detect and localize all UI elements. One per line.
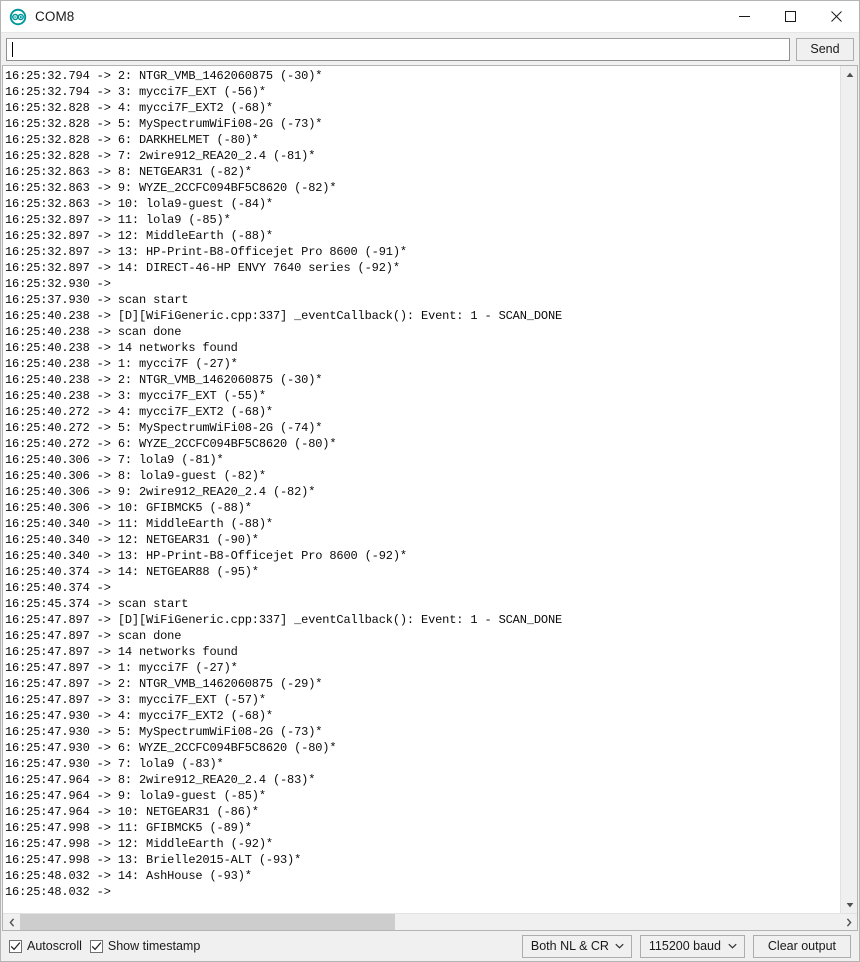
text-caret bbox=[12, 41, 13, 57]
send-row: Send bbox=[1, 33, 859, 65]
window-controls bbox=[721, 1, 859, 33]
close-button[interactable] bbox=[813, 1, 859, 33]
arduino-infinity-icon bbox=[9, 8, 27, 26]
console-line: 16:25:40.306 -> 8: lola9-guest (-82)* bbox=[5, 469, 266, 483]
scroll-left-button[interactable] bbox=[3, 914, 20, 930]
console-line: 16:25:47.897 -> scan done bbox=[5, 629, 182, 643]
window-title: COM8 bbox=[35, 9, 75, 24]
show-timestamp-label: Show timestamp bbox=[107, 939, 201, 953]
console-line: 16:25:32.897 -> 13: HP-Print-B8-Officeje… bbox=[5, 245, 407, 259]
serial-monitor-window: COM8 Send 16:25:32.794 -> 2: NTGR_VMB_14… bbox=[0, 0, 860, 962]
console-line: 16:25:47.930 -> 5: MySpectrumWiFi08-2G (… bbox=[5, 725, 323, 739]
send-input[interactable] bbox=[6, 37, 790, 61]
console-line: 16:25:32.897 -> 11: lola9 (-85)* bbox=[5, 213, 231, 227]
console-line: 16:25:32.863 -> 10: lola9-guest (-84)* bbox=[5, 197, 273, 211]
console-line: 16:25:45.374 -> scan start bbox=[5, 597, 189, 611]
horizontal-scrollbar[interactable] bbox=[3, 913, 857, 930]
send-button[interactable]: Send bbox=[796, 37, 854, 61]
console-line: 16:25:40.238 -> 2: NTGR_VMB_1462060875 (… bbox=[5, 373, 323, 387]
console-line: 16:25:37.930 -> scan start bbox=[5, 293, 189, 307]
line-ending-select[interactable]: Both NL & CR bbox=[521, 934, 632, 958]
minimize-button[interactable] bbox=[721, 1, 767, 33]
console-line: 16:25:48.032 -> bbox=[5, 885, 118, 899]
console-line: 16:25:32.794 -> 2: NTGR_VMB_1462060875 (… bbox=[5, 69, 323, 83]
console-line: 16:25:47.897 -> 1: mycci7F (-27)* bbox=[5, 661, 238, 675]
console-line: 16:25:40.374 -> bbox=[5, 581, 118, 595]
line-ending-value: Both NL & CR bbox=[530, 939, 609, 953]
console-line: 16:25:32.828 -> 6: DARKHELMET (-80)* bbox=[5, 133, 259, 147]
vertical-scrollbar[interactable] bbox=[840, 66, 857, 913]
console-line: 16:25:48.032 -> 14: AshHouse (-93)* bbox=[5, 869, 252, 883]
clear-output-button[interactable]: Clear output bbox=[752, 934, 851, 958]
console-line: 16:25:40.306 -> 7: lola9 (-81)* bbox=[5, 453, 224, 467]
console-line: 16:25:40.238 -> 3: mycci7F_EXT (-55)* bbox=[5, 389, 266, 403]
console-line: 16:25:40.238 -> [D][WiFiGeneric.cpp:337]… bbox=[5, 309, 563, 323]
console-line: 16:25:40.340 -> 11: MiddleEarth (-88)* bbox=[5, 517, 273, 531]
baud-rate-value: 115200 baud bbox=[648, 939, 721, 953]
console-line: 16:25:32.897 -> 12: MiddleEarth (-88)* bbox=[5, 229, 273, 243]
console-line: 16:25:40.340 -> 12: NETGEAR31 (-90)* bbox=[5, 533, 259, 547]
console-line: 16:25:40.340 -> 13: HP-Print-B8-Officeje… bbox=[5, 549, 407, 563]
console-line: 16:25:47.964 -> 10: NETGEAR31 (-86)* bbox=[5, 805, 259, 819]
console-line: 16:25:32.828 -> 4: mycci7F_EXT2 (-68)* bbox=[5, 101, 273, 115]
chevron-down-icon bbox=[609, 943, 631, 949]
console-body: 16:25:32.794 -> 2: NTGR_VMB_1462060875 (… bbox=[3, 66, 857, 913]
maximize-button[interactable] bbox=[767, 1, 813, 33]
console-line: 16:25:40.374 -> 14: NETGEAR88 (-95)* bbox=[5, 565, 259, 579]
title-bar-left: COM8 bbox=[1, 8, 721, 26]
console-panel: 16:25:32.794 -> 2: NTGR_VMB_1462060875 (… bbox=[2, 65, 858, 931]
scroll-up-button[interactable] bbox=[841, 66, 857, 83]
baud-rate-select[interactable]: 115200 baud bbox=[639, 934, 745, 958]
check-icon bbox=[10, 941, 21, 950]
console-line: 16:25:47.930 -> 7: lola9 (-83)* bbox=[5, 757, 224, 771]
autoscroll-checkbox[interactable]: Autoscroll bbox=[9, 939, 82, 953]
console-line: 16:25:40.306 -> 9: 2wire912_REA20_2.4 (-… bbox=[5, 485, 316, 499]
scroll-right-button[interactable] bbox=[840, 914, 857, 930]
console-line: 16:25:32.794 -> 3: mycci7F_EXT (-56)* bbox=[5, 85, 266, 99]
console-line: 16:25:32.930 -> bbox=[5, 277, 118, 291]
console-line: 16:25:47.998 -> 13: Brielle2015-ALT (-93… bbox=[5, 853, 302, 867]
console-line: 16:25:47.897 -> 3: mycci7F_EXT (-57)* bbox=[5, 693, 266, 707]
title-bar: COM8 bbox=[1, 1, 859, 33]
autoscroll-checkbox-box[interactable] bbox=[9, 939, 22, 953]
show-timestamp-checkbox-box[interactable] bbox=[89, 939, 103, 953]
autoscroll-label: Autoscroll bbox=[27, 939, 82, 953]
console-line: 16:25:47.897 -> 14 networks found bbox=[5, 645, 238, 659]
console-output[interactable]: 16:25:32.794 -> 2: NTGR_VMB_1462060875 (… bbox=[3, 66, 840, 913]
console-line: 16:25:47.897 -> 2: NTGR_VMB_1462060875 (… bbox=[5, 677, 323, 691]
console-line: 16:25:32.828 -> 7: 2wire912_REA20_2.4 (-… bbox=[5, 149, 316, 163]
show-timestamp-checkbox[interactable]: Show timestamp bbox=[89, 939, 201, 953]
console-line: 16:25:47.964 -> 8: 2wire912_REA20_2.4 (-… bbox=[5, 773, 316, 787]
console-line: 16:25:32.863 -> 9: WYZE_2CCFC094BF5C8620… bbox=[5, 181, 337, 195]
console-line: 16:25:47.964 -> 9: lola9-guest (-85)* bbox=[5, 789, 266, 803]
console-line: 16:25:40.272 -> 4: mycci7F_EXT2 (-68)* bbox=[5, 405, 273, 419]
console-line: 16:25:40.272 -> 6: WYZE_2CCFC094BF5C8620… bbox=[5, 437, 337, 451]
console-line: 16:25:40.306 -> 10: GFIBMCK5 (-88)* bbox=[5, 501, 252, 515]
console-line: 16:25:32.897 -> 14: DIRECT-46-HP ENVY 76… bbox=[5, 261, 400, 275]
console-line: 16:25:47.897 -> [D][WiFiGeneric.cpp:337]… bbox=[5, 613, 563, 627]
console-line: 16:25:40.272 -> 5: MySpectrumWiFi08-2G (… bbox=[5, 421, 323, 435]
chevron-down-icon bbox=[721, 943, 744, 949]
console-line: 16:25:40.238 -> 14 networks found bbox=[5, 341, 238, 355]
console-line: 16:25:32.828 -> 5: MySpectrumWiFi08-2G (… bbox=[5, 117, 323, 131]
vertical-scroll-track[interactable] bbox=[841, 83, 857, 896]
console-line: 16:25:32.863 -> 8: NETGEAR31 (-82)* bbox=[5, 165, 252, 179]
horizontal-scroll-thumb[interactable] bbox=[20, 914, 395, 930]
console-line: 16:25:47.930 -> 6: WYZE_2CCFC094BF5C8620… bbox=[5, 741, 337, 755]
status-bar: Autoscroll Show timestamp Both NL & CR 1… bbox=[1, 931, 859, 961]
check-icon bbox=[91, 941, 102, 950]
scroll-down-button[interactable] bbox=[841, 896, 857, 913]
console-line: 16:25:47.998 -> 11: GFIBMCK5 (-89)* bbox=[5, 821, 252, 835]
console-line: 16:25:40.238 -> 1: mycci7F (-27)* bbox=[5, 357, 238, 371]
horizontal-scroll-track[interactable] bbox=[20, 914, 840, 930]
console-line: 16:25:47.998 -> 12: MiddleEarth (-92)* bbox=[5, 837, 273, 851]
console-line: 16:25:47.930 -> 4: mycci7F_EXT2 (-68)* bbox=[5, 709, 273, 723]
console-line: 16:25:40.238 -> scan done bbox=[5, 325, 182, 339]
